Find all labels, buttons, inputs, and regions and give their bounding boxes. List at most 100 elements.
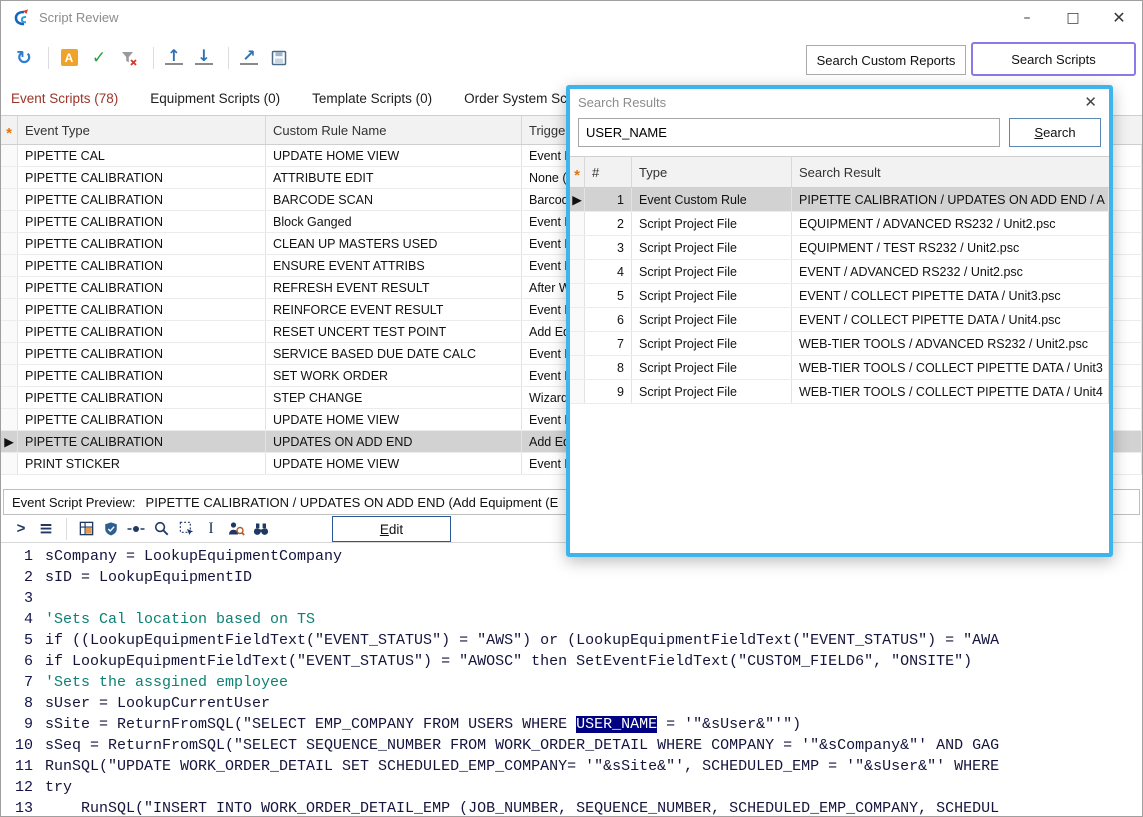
- search-button[interactable]: Search: [1009, 118, 1101, 147]
- header-custom-rule-name[interactable]: Custom Rule Name: [266, 116, 522, 144]
- cell-type: Script Project File: [632, 212, 792, 235]
- grid-icon: [78, 520, 95, 537]
- cell-type: Script Project File: [632, 332, 792, 355]
- attribute-icon: A: [61, 49, 78, 66]
- cell-event-type: PIPETTE CAL: [18, 145, 266, 166]
- preview-label: Event Script Preview:: [12, 495, 136, 510]
- search-result-row[interactable]: 7 Script Project File WEB-TIER TOOLS / A…: [570, 332, 1109, 356]
- save-button[interactable]: [266, 45, 292, 71]
- dialog-title: Search Results: [578, 95, 666, 110]
- close-button[interactable]: ✕: [1096, 1, 1142, 34]
- search-result-row[interactable]: ▶ 1 Event Custom Rule PIPETTE CALIBRATIO…: [570, 188, 1109, 212]
- dialog-title-bar[interactable]: Search Results ✕: [570, 89, 1109, 115]
- cell-event-type: PIPETTE CALIBRATION: [18, 233, 266, 254]
- validate-button[interactable]: [99, 517, 123, 541]
- row-selector: [1, 277, 18, 298]
- minimize-button[interactable]: –: [1004, 1, 1050, 34]
- maximize-button[interactable]: □: [1050, 1, 1096, 34]
- line-number: 8: [1, 695, 45, 716]
- expand-button[interactable]: >: [9, 517, 33, 541]
- cell-custom-rule-name: REINFORCE EVENT RESULT: [266, 299, 522, 320]
- cell-search-result: EQUIPMENT / TEST RS232 / Unit2.psc: [792, 236, 1109, 259]
- user-search-button[interactable]: [224, 517, 248, 541]
- attribute-button[interactable]: A: [56, 45, 82, 71]
- title-bar[interactable]: Script Review – □ ✕: [1, 1, 1142, 34]
- row-selector: [1, 299, 18, 320]
- line-code: RunSQL("UPDATE WORK_ORDER_DETAIL SET SCH…: [45, 758, 999, 779]
- cell-number: 1: [585, 188, 632, 211]
- code-line: 4 'Sets Cal location based on TS: [1, 611, 1142, 632]
- row-selector: ▶: [570, 188, 585, 211]
- export-icon: ↗: [240, 50, 257, 65]
- line-code: sSite = ReturnFromSQL("SELECT EMP_COMPAN…: [45, 716, 801, 737]
- refresh-button[interactable]: ↻: [11, 45, 37, 71]
- cell-custom-rule-name: UPDATE HOME VIEW: [266, 453, 522, 474]
- edit-button-rest: dit: [389, 522, 403, 537]
- export-button[interactable]: ↗: [236, 45, 262, 71]
- select-region-button[interactable]: [174, 517, 198, 541]
- zoom-button[interactable]: [149, 517, 173, 541]
- row-selector: [570, 260, 585, 283]
- outline-button[interactable]: ≡: [34, 517, 58, 541]
- app-logo-icon: [11, 8, 31, 28]
- search-result-row[interactable]: 9 Script Project File WEB-TIER TOOLS / C…: [570, 380, 1109, 404]
- toolbar-separator: [153, 47, 154, 69]
- binoculars-icon: [252, 520, 270, 538]
- cell-custom-rule-name: STEP CHANGE: [266, 387, 522, 408]
- cell-event-type: PIPETTE CALIBRATION: [18, 167, 266, 188]
- code-line: 8 sUser = LookupCurrentUser: [1, 695, 1142, 716]
- header-search-result[interactable]: Search Result: [792, 157, 1109, 187]
- line-number: 9: [1, 716, 45, 737]
- cell-search-result: EVENT / COLLECT PIPETTE DATA / Unit3.psc: [792, 284, 1109, 307]
- check-icon: ✓: [92, 48, 106, 68]
- tab-equipment-scripts[interactable]: Equipment Scripts (0): [148, 85, 282, 112]
- validate-scripts-button[interactable]: ✓: [86, 45, 112, 71]
- tab-template-scripts[interactable]: Template Scripts (0): [310, 85, 434, 112]
- header-number[interactable]: #: [585, 157, 632, 187]
- clear-filter-button[interactable]: [116, 45, 142, 71]
- code-editor[interactable]: 1 sCompany = LookupEquipmentCompany 2 sI…: [1, 543, 1142, 816]
- upload-button[interactable]: ↑: [161, 45, 187, 71]
- cell-number: 7: [585, 332, 632, 355]
- line-code: if LookupEquipmentFieldText("EVENT_STATU…: [45, 653, 972, 674]
- header-type[interactable]: Type: [632, 157, 792, 187]
- search-result-row[interactable]: 4 Script Project File EVENT / ADVANCED R…: [570, 260, 1109, 284]
- line-code: sCompany = LookupEquipmentCompany: [45, 548, 342, 569]
- cell-search-result: EQUIPMENT / ADVANCED RS232 / Unit2.psc: [792, 212, 1109, 235]
- search-input[interactable]: [578, 118, 1000, 147]
- dialog-close-button[interactable]: ✕: [1080, 93, 1101, 111]
- search-result-row[interactable]: 8 Script Project File WEB-TIER TOOLS / C…: [570, 356, 1109, 380]
- text-cursor-button[interactable]: I: [199, 517, 223, 541]
- search-result-row[interactable]: 3 Script Project File EQUIPMENT / TEST R…: [570, 236, 1109, 260]
- line-code: sUser = LookupCurrentUser: [45, 695, 270, 716]
- row-selector: [570, 212, 585, 235]
- cell-custom-rule-name: Block Ganged: [266, 211, 522, 232]
- find-references-button[interactable]: [249, 517, 273, 541]
- download-button[interactable]: ↓: [191, 45, 217, 71]
- search-result-row[interactable]: 2 Script Project File EQUIPMENT / ADVANC…: [570, 212, 1109, 236]
- watch-button[interactable]: [124, 517, 148, 541]
- search-result-row[interactable]: 5 Script Project File EVENT / COLLECT PI…: [570, 284, 1109, 308]
- search-custom-reports-button[interactable]: Search Custom Reports: [806, 45, 966, 75]
- toolbar-separator: [66, 518, 67, 540]
- row-selector: [1, 409, 18, 430]
- row-selector: [1, 343, 18, 364]
- search-button-rest: earch: [1043, 125, 1076, 140]
- cell-custom-rule-name: UPDATE HOME VIEW: [266, 145, 522, 166]
- search-result-row[interactable]: 6 Script Project File EVENT / COLLECT PI…: [570, 308, 1109, 332]
- line-number: 2: [1, 569, 45, 590]
- preview-value: PIPETTE CALIBRATION / UPDATES ON ADD END…: [146, 495, 559, 510]
- tab-event-scripts[interactable]: Event Scripts (78): [9, 85, 120, 112]
- row-selector: ▶: [1, 431, 18, 452]
- header-event-type[interactable]: Event Type: [18, 116, 266, 144]
- search-scripts-button[interactable]: Search Scripts: [971, 42, 1136, 76]
- code-lines: 1 sCompany = LookupEquipmentCompany 2 sI…: [1, 548, 1142, 816]
- grid-tool-button[interactable]: [74, 517, 98, 541]
- line-number: 10: [1, 737, 45, 758]
- edit-button[interactable]: Edit: [332, 516, 451, 542]
- cell-search-result: PIPETTE CALIBRATION / UPDATES ON ADD END…: [792, 188, 1109, 211]
- header-selector-cell: *: [1, 116, 18, 144]
- selection-box-icon: [178, 520, 195, 537]
- code-line: 3: [1, 590, 1142, 611]
- cell-custom-rule-name: UPDATE HOME VIEW: [266, 409, 522, 430]
